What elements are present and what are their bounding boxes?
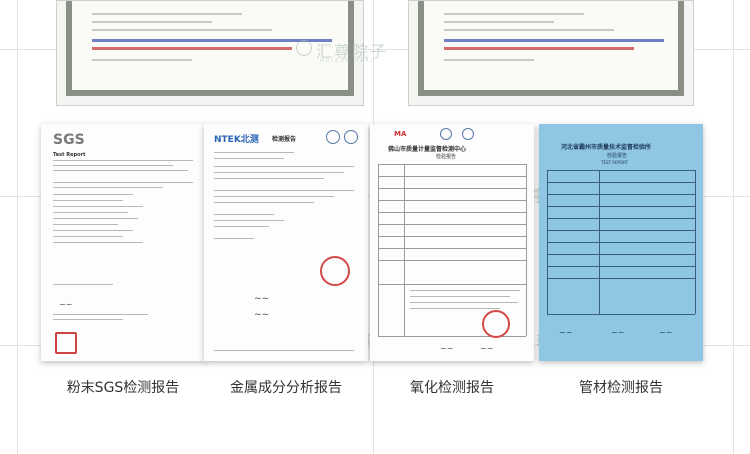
signature: ~~ (480, 344, 494, 353)
report-hebei: 河北省霸州市质量技术监督检验所 检验报告 TEST REPORT ~~ ~~ ~… (539, 124, 703, 361)
guide-line (17, 0, 18, 454)
report-subtitle: 检验报告 (436, 154, 457, 160)
signature: ~~ (440, 344, 454, 353)
report-title: 佛山市质量计量监督检测中心 (388, 146, 467, 153)
red-stamp (320, 256, 350, 286)
sgs-logo: SGS (53, 132, 85, 148)
report-title: Test Report (53, 152, 86, 158)
red-stamp (482, 310, 510, 338)
caption-oxidation: 氧化检测报告 (410, 380, 494, 396)
signature: ~~ (254, 310, 270, 320)
ntek-logo: NTEK北测 (214, 135, 259, 145)
certification-badge-icon (326, 130, 340, 144)
report-title: 河北省霸州市质量技术监督检验所 (561, 144, 652, 151)
signature: ~~ (611, 328, 625, 337)
red-stamp (55, 332, 77, 354)
watermark-logo-icon (296, 40, 312, 56)
signature: ~~ (559, 328, 573, 337)
report-foshan: MA 佛山市质量计量监督检测中心 检验报告 ~~ ~~ (370, 124, 534, 361)
caption-pipe: 管材检测报告 (579, 380, 663, 396)
report-en-title: TEST REPORT (601, 160, 629, 165)
caption-sgs: 粉末SGS检测报告 (66, 380, 180, 396)
caption-metal-analysis: 金属成分分析报告 (230, 380, 342, 396)
signature: ~~ (59, 300, 73, 309)
framed-certificate-right (408, 0, 694, 106)
report-title: 检测报告 (272, 136, 297, 143)
report-ntek: NTEK北测 检测报告 ~~ ~~ (204, 124, 368, 361)
guide-line (733, 0, 734, 454)
signature: ~~ (659, 328, 673, 337)
report-sgs: SGS Test Report ~~ (41, 124, 205, 361)
watermark-subtext: HUIZUN YARD (320, 58, 377, 64)
ma-logo: MA (394, 130, 407, 138)
report-subtitle: 检验报告 (607, 153, 628, 159)
cnas-badge-icon (462, 128, 474, 140)
cnas-badge-icon (344, 130, 358, 144)
cal-badge-icon (440, 128, 452, 140)
signature: ~~ (254, 294, 270, 304)
